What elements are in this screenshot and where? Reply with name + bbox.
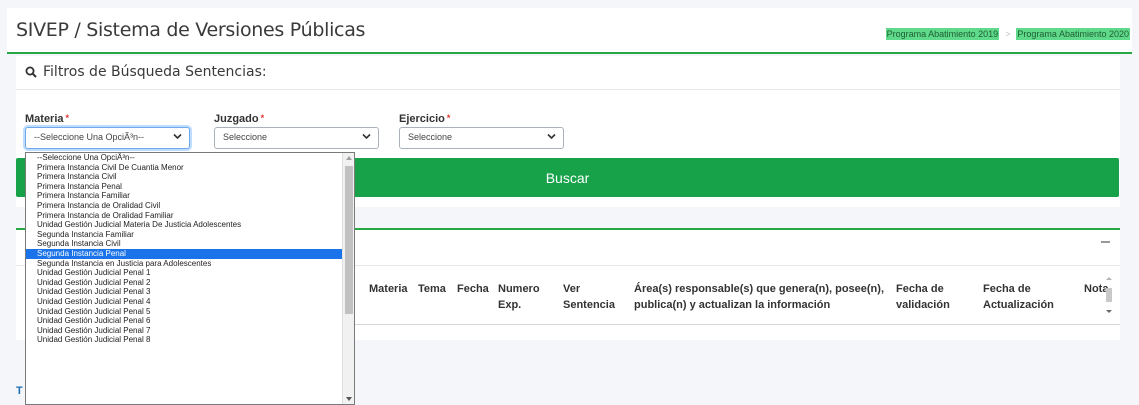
juzgado-select[interactable]: Seleccione bbox=[214, 127, 379, 149]
filters-title-text: Filtros de Búsqueda Sentencias: bbox=[43, 64, 267, 80]
program-links: Programa Abatimiento 2019 > Programa Aba… bbox=[885, 28, 1130, 40]
column-header-tema[interactable]: Tema bbox=[418, 281, 446, 297]
dropdown-option[interactable]: Unidad Gestión Judicial Penal 3 bbox=[26, 287, 343, 297]
search-icon bbox=[25, 66, 37, 78]
dropdown-option[interactable]: Segunda Instancia Civil bbox=[26, 239, 343, 249]
dropdown-option[interactable]: Primera Instancia Penal bbox=[26, 182, 343, 192]
program-separator: > bbox=[1005, 29, 1011, 39]
divider bbox=[16, 89, 1120, 90]
dropdown-option[interactable]: Primera Instancia Familiar bbox=[26, 191, 343, 201]
ejercicio-select-value: Seleccione bbox=[408, 132, 453, 142]
dropdown-scrollbar[interactable] bbox=[342, 153, 354, 404]
required-asterisk: * bbox=[65, 113, 70, 123]
collapse-icon[interactable] bbox=[1101, 241, 1110, 243]
scrollbar-thumb[interactable] bbox=[345, 166, 353, 314]
materia-select-value: --Seleccione Una OpciÃ³n-- bbox=[34, 132, 145, 142]
dropdown-option[interactable]: Unidad Gestión Judicial Materia De Justi… bbox=[26, 220, 343, 230]
filters-heading: Filtros de Búsqueda Sentencias: bbox=[25, 64, 267, 80]
column-header-materia[interactable]: Materia bbox=[369, 281, 408, 297]
dropdown-option[interactable]: Unidad Gestión Judicial Penal 1 bbox=[26, 268, 343, 278]
required-asterisk: * bbox=[446, 113, 451, 123]
juzgado-label: Juzgado * bbox=[214, 113, 264, 125]
chevron-down-icon bbox=[173, 133, 182, 140]
dropdown-option[interactable]: Unidad Gestión Judicial Penal 7 bbox=[26, 326, 343, 336]
column-header-fecha-actualizacion[interactable]: Fecha de Actualización bbox=[983, 281, 1073, 313]
required-asterisk: * bbox=[260, 113, 265, 123]
scrollbar-thumb[interactable] bbox=[1106, 288, 1112, 302]
column-header-ver-sentencia[interactable]: Ver Sentencia bbox=[563, 281, 618, 313]
table-header-border bbox=[350, 324, 1120, 325]
materia-select[interactable]: --Seleccione Una OpciÃ³n-- bbox=[25, 127, 190, 149]
dropdown-option[interactable]: Unidad Gestión Judicial Penal 5 bbox=[26, 307, 343, 317]
dropdown-option[interactable]: Segunda Instancia Penal bbox=[26, 248, 343, 259]
header-bar: SIVEP / Sistema de Versiones Públicas Pr… bbox=[7, 8, 1132, 54]
dropdown-option[interactable]: Unidad Gestión Judicial Penal 4 bbox=[26, 297, 343, 307]
scroll-up-icon[interactable] bbox=[1104, 275, 1114, 281]
scroll-up-icon[interactable] bbox=[346, 156, 352, 160]
ejercicio-label: Ejercicio * bbox=[399, 113, 450, 125]
ejercicio-select[interactable]: Seleccione bbox=[399, 127, 564, 149]
table-scrollbar[interactable] bbox=[1104, 275, 1114, 315]
column-header-fecha-validacion[interactable]: Fecha de validación bbox=[896, 281, 956, 313]
column-header-numero-exp[interactable]: Numero Exp. bbox=[498, 281, 548, 313]
page-title: SIVEP / Sistema de Versiones Públicas bbox=[16, 19, 366, 41]
program-link-2019[interactable]: Programa Abatimiento 2019 bbox=[885, 28, 1000, 40]
materia-label-text: Materia bbox=[25, 113, 64, 125]
materia-label: Materia * bbox=[25, 113, 69, 125]
program-link-2020[interactable]: Programa Abatimiento 2020 bbox=[1016, 28, 1130, 40]
dropdown-option[interactable]: Primera Instancia de Oralidad Civil bbox=[26, 201, 343, 211]
chevron-down-icon bbox=[362, 133, 371, 140]
materia-dropdown-list[interactable]: --Seleccione Una OpciÃ³n-- Primera Instan… bbox=[25, 152, 355, 405]
dropdown-option[interactable]: Primera Instancia de Oralidad Familiar bbox=[26, 211, 343, 221]
dropdown-options: --Seleccione Una OpciÃ³n-- Primera Instan… bbox=[26, 153, 354, 345]
column-header-fecha[interactable]: Fecha bbox=[457, 281, 489, 297]
column-header-area-responsable[interactable]: Área(s) responsable(s) que genera(n), po… bbox=[634, 281, 884, 313]
dropdown-option[interactable]: --Seleccione Una OpciÃ³n-- bbox=[26, 153, 343, 163]
dropdown-option[interactable]: Unidad Gestión Judicial Penal 6 bbox=[26, 316, 343, 326]
ejercicio-label-text: Ejercicio bbox=[399, 113, 445, 125]
scroll-down-icon[interactable] bbox=[1104, 309, 1114, 315]
dropdown-option[interactable]: Segunda Instancia Familiar bbox=[26, 230, 343, 240]
juzgado-label-text: Juzgado bbox=[214, 113, 259, 125]
dropdown-option[interactable]: Primera Instancia Civil De Cuantia Menor bbox=[26, 163, 343, 173]
dropdown-option[interactable]: Unidad Gestión Judicial Penal 2 bbox=[26, 278, 343, 288]
footer-text: T bbox=[16, 385, 23, 397]
dropdown-option[interactable]: Primera Instancia Civil bbox=[26, 172, 343, 182]
chevron-down-icon bbox=[547, 133, 556, 140]
juzgado-select-value: Seleccione bbox=[223, 132, 268, 142]
dropdown-option[interactable]: Unidad Gestión Judicial Penal 8 bbox=[26, 335, 343, 345]
scroll-down-icon[interactable] bbox=[346, 397, 352, 401]
dropdown-option[interactable]: Segunda Instancia en Justicia para Adole… bbox=[26, 259, 343, 269]
